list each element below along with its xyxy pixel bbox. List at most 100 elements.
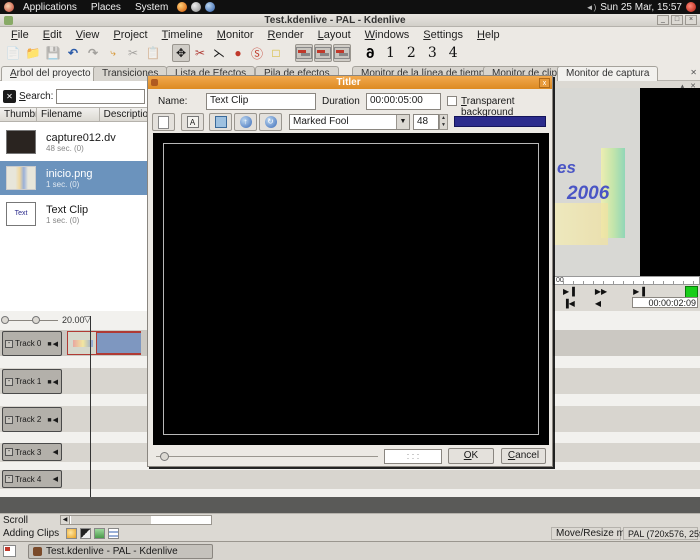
font-size-input[interactable]: 48 xyxy=(413,114,439,130)
menu-system[interactable]: System xyxy=(130,2,173,13)
timeline-zoom-4[interactable]: 4 xyxy=(444,45,463,61)
scrollbar-thumb[interactable] xyxy=(71,516,151,524)
column-filename[interactable]: Filename xyxy=(37,108,100,121)
layout-view-3-icon[interactable] xyxy=(333,44,351,62)
timeline-zoom-3[interactable]: 3 xyxy=(423,45,442,61)
transparent-checkbox[interactable] xyxy=(447,96,457,106)
track-icons[interactable]: ■◀ xyxy=(47,416,61,424)
open-file-icon[interactable]: 📁 xyxy=(24,44,42,62)
move-tool-icon[interactable]: ✥ xyxy=(172,44,190,62)
menu-edit[interactable]: Edit xyxy=(36,28,69,42)
dialog-close-icon[interactable]: x xyxy=(539,78,550,88)
dock-close-icon[interactable]: ✕ xyxy=(690,68,697,77)
tab-project-tree[interactable]: Arbol del proyecto xyxy=(1,66,100,82)
task-button[interactable]: Test.kdenlive - PAL - Kdenlive xyxy=(28,544,213,559)
copy-icon[interactable]: 📋 xyxy=(144,44,162,62)
title-canvas[interactable] xyxy=(153,133,549,445)
new-text-button[interactable] xyxy=(152,113,175,131)
razor-tool-icon[interactable]: ✂ xyxy=(191,44,209,62)
menu-layout[interactable]: Layout xyxy=(311,28,358,42)
column-thumbnail[interactable]: Thumbnail xyxy=(0,108,37,121)
cancel-button[interactable]: Cancel xyxy=(501,448,546,464)
save-icon[interactable]: 💾 xyxy=(44,44,62,62)
window-titlebar[interactable]: Test.kdenlive - PAL - Kdenlive _ □ × xyxy=(0,14,700,27)
ok-button[interactable]: OK xyxy=(448,448,494,464)
coords-field[interactable]: : : : xyxy=(384,449,442,464)
scroll-left-icon[interactable]: ◀ xyxy=(61,516,70,524)
monitor-seek-ruler[interactable]: 00 xyxy=(553,276,700,285)
cut-icon[interactable]: ✂ xyxy=(124,44,142,62)
column-description[interactable]: Description xyxy=(100,108,148,121)
search-input[interactable] xyxy=(56,89,145,104)
track-header-3[interactable]: - Track 3 ◀ xyxy=(2,443,62,461)
go-start-icon[interactable]: ▐◀ xyxy=(553,299,585,308)
clip-row-textclip[interactable]: Text Text Clip 1 sec. (0) xyxy=(0,197,148,231)
selection-icon[interactable]: □ xyxy=(267,44,285,62)
record-icon[interactable]: ● xyxy=(229,44,247,62)
duration-input[interactable]: 00:00:05:00 xyxy=(366,93,441,110)
workspace-switcher-icon[interactable] xyxy=(3,545,16,557)
horizontal-scrollbar[interactable]: ◀ xyxy=(60,515,212,525)
track-icons[interactable]: ■◀ xyxy=(47,340,61,348)
clear-search-icon[interactable]: ✕ xyxy=(3,90,16,103)
column-headers[interactable]: Thumbnail Filename Description xyxy=(0,107,148,122)
timeline-zoom-2[interactable]: 2 xyxy=(402,45,421,61)
timeline-clip-blue[interactable] xyxy=(97,331,141,355)
spacer-tool-icon[interactable]: ⋋ xyxy=(210,44,228,62)
name-input[interactable]: Text Clip xyxy=(206,93,316,110)
menu-view[interactable]: View xyxy=(69,28,107,42)
save-title-button[interactable]: ↻ xyxy=(259,113,282,131)
layout-view-1-icon[interactable] xyxy=(295,44,313,62)
track-header-0[interactable]: - Track 0 ■◀ xyxy=(2,331,62,356)
undo-icon[interactable]: ↶ xyxy=(64,44,82,62)
collapse-track-icon[interactable]: - xyxy=(5,378,13,386)
timeline-zoom-1[interactable]: 1 xyxy=(381,45,400,61)
screenshot-icon[interactable] xyxy=(191,2,201,12)
menu-timeline[interactable]: Timeline xyxy=(155,28,210,42)
power-icon[interactable] xyxy=(686,2,696,12)
track-header-1[interactable]: - Track 1 ■◀ xyxy=(2,369,62,394)
clip-row-inicio[interactable]: inicio.png 1 sec. (0) xyxy=(0,161,148,195)
track-icons[interactable]: ◀ xyxy=(53,475,61,483)
menu-file[interactable]: File xyxy=(4,28,36,42)
menu-project[interactable]: Project xyxy=(106,28,154,42)
go-end-icon[interactable]: ▶▐ xyxy=(623,287,655,296)
minimize-button[interactable]: _ xyxy=(657,15,669,25)
timeline-slider-handle[interactable] xyxy=(160,452,169,461)
menu-applications[interactable]: Applications xyxy=(18,2,82,13)
collapse-track-icon[interactable]: - xyxy=(5,475,13,483)
zoom-slider-handle[interactable] xyxy=(32,316,40,324)
playhead-line[interactable] xyxy=(90,316,91,497)
font-size-stepper[interactable]: ▲▼ xyxy=(439,114,448,130)
menu-monitor[interactable]: Monitor xyxy=(210,28,261,42)
paste-icon[interactable]: ⤷ xyxy=(104,44,122,62)
text-color-swatch[interactable] xyxy=(454,116,546,127)
menu-places[interactable]: Places xyxy=(86,2,126,13)
track-icons[interactable]: ■◀ xyxy=(47,378,61,386)
zoom-slider-handle[interactable] xyxy=(1,316,9,324)
stop-icon[interactable]: Ⓢ xyxy=(248,44,266,62)
menu-windows[interactable]: Windows xyxy=(358,28,417,42)
clip-row-capture012[interactable]: capture012.dv 48 sec. (0) xyxy=(0,125,148,159)
rect-tool-button[interactable] xyxy=(209,113,232,131)
menu-settings[interactable]: Settings xyxy=(416,28,470,42)
collapse-track-icon[interactable]: - xyxy=(5,448,13,456)
collapse-track-icon[interactable]: - xyxy=(5,340,13,348)
font-select[interactable]: Marked Fool▼ xyxy=(289,114,410,130)
tab-capture-monitor[interactable]: Monitor de captura xyxy=(557,66,658,82)
text-tool-button[interactable]: A xyxy=(181,113,204,131)
load-title-button[interactable]: ↑ xyxy=(234,113,257,131)
firefox-icon[interactable] xyxy=(177,2,187,12)
play-icon[interactable]: ▶▐ xyxy=(553,287,585,296)
chevron-down-icon[interactable]: ▼ xyxy=(396,115,409,129)
zoom-slider[interactable] xyxy=(2,320,58,321)
help-icon[interactable] xyxy=(205,2,215,12)
redo-icon[interactable]: ↷ xyxy=(84,44,102,62)
maximize-button[interactable]: □ xyxy=(671,15,683,25)
track-header-4[interactable]: - Track 4 ◀ xyxy=(2,470,62,488)
dialog-titlebar[interactable]: Titler x xyxy=(148,76,552,89)
speaker-icon[interactable]: ◄) xyxy=(586,3,597,12)
layout-view-2-icon[interactable] xyxy=(314,44,332,62)
forward-icon[interactable]: ▶▶ xyxy=(585,287,617,296)
horn-icon[interactable]: 6 xyxy=(361,44,379,62)
